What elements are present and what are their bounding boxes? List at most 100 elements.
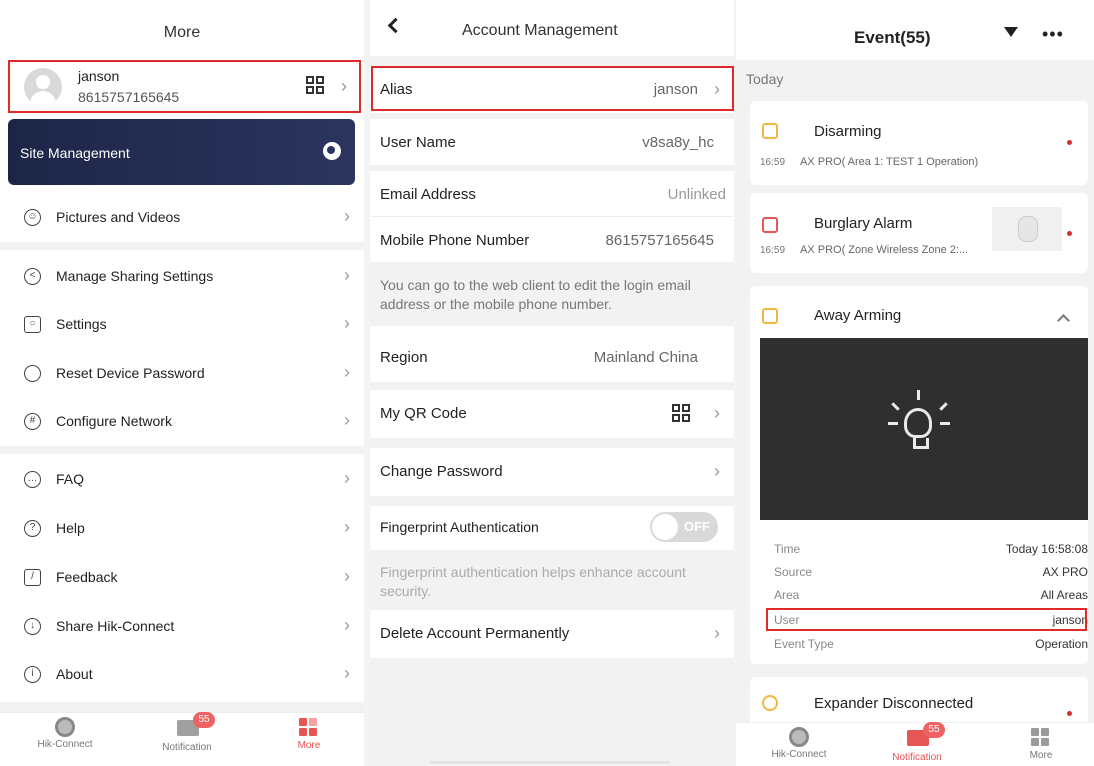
site-management-card[interactable]: Site Management — [8, 119, 355, 185]
tab-label: Hik-Connect — [771, 749, 827, 760]
change-password-label: Change Password — [380, 463, 503, 480]
toggle-state: OFF — [684, 519, 710, 534]
section-divider — [0, 702, 364, 712]
event-time: 16:59 — [760, 245, 786, 256]
menu-label: Pictures and Videos — [56, 209, 181, 225]
detail-key: Source — [774, 565, 813, 579]
tab-label: Notification — [892, 752, 942, 763]
tab-hik-connect[interactable]: Hik-Connect — [754, 727, 844, 760]
region-row[interactable]: Region Mainland China — [370, 334, 734, 382]
qr-code-icon[interactable] — [306, 76, 324, 94]
event-card[interactable]: Expander Disconnected — [750, 677, 1088, 727]
page-title: Event(55) — [854, 28, 931, 47]
event-card[interactable]: Disarming 16:59 AX PRO( Area 1: TEST 1 O… — [750, 101, 1088, 185]
tab-label: More — [1029, 750, 1053, 761]
bottom-tab-bar: Hik-Connect 55 Notification More — [0, 712, 364, 766]
more-options-icon[interactable]: ••• — [1042, 24, 1064, 45]
network-icon: # — [24, 413, 41, 430]
qr-code-row[interactable]: My QR Code › — [370, 390, 734, 438]
chevron-right-icon: › — [344, 566, 350, 586]
delete-account-label: Delete Account Permanently — [380, 625, 570, 642]
share-icon: < — [24, 268, 41, 285]
filter-icon[interactable] — [1004, 27, 1018, 37]
menu-label: Help — [56, 520, 85, 536]
event-thumbnail[interactable] — [992, 207, 1062, 251]
hik-connect-icon — [789, 727, 809, 747]
tab-more[interactable]: More — [996, 727, 1086, 761]
profile-phone: 8615757165645 — [78, 89, 180, 105]
profile-name: janson — [78, 68, 120, 84]
event-time: 16:59 — [760, 157, 786, 168]
tab-label: Notification — [162, 742, 212, 753]
menu-item-network[interactable]: # Configure Network › — [0, 400, 364, 444]
fingerprint-label: Fingerprint Authentication — [380, 519, 539, 535]
tab-label: Hik-Connect — [37, 739, 93, 750]
event-title: Disarming — [814, 123, 882, 140]
alarm-icon — [762, 217, 778, 233]
highlight-box — [371, 66, 734, 111]
collapse-icon[interactable] — [1057, 314, 1070, 327]
tab-hik-connect[interactable]: Hik-Connect — [20, 717, 110, 750]
menu-label: Configure Network — [56, 413, 172, 429]
chevron-right-icon: › — [344, 265, 350, 285]
menu-item-pictures-videos[interactable]: ☺ Pictures and Videos › — [0, 196, 364, 240]
arm-icon — [762, 308, 778, 324]
section-divider — [370, 382, 734, 390]
qr-code-icon — [672, 404, 690, 422]
page-title: More — [163, 24, 201, 41]
email-row: Email Address Unlinked — [370, 171, 734, 217]
back-arrow-icon[interactable] — [387, 17, 404, 34]
fingerprint-toggle[interactable]: OFF — [650, 512, 718, 542]
settings-icon: ○ — [24, 316, 41, 333]
menu-item-reset-password[interactable]: Reset Device Password › — [0, 352, 364, 396]
about-icon: i — [24, 666, 41, 683]
menu-item-feedback[interactable]: / Feedback › — [0, 556, 364, 600]
menu-item-sharing[interactable]: < Manage Sharing Settings › — [0, 255, 364, 299]
tab-more[interactable]: More — [264, 717, 354, 751]
avatar — [24, 68, 62, 106]
chevron-right-icon: › — [344, 468, 350, 488]
section-divider — [0, 242, 364, 250]
menu-label: Manage Sharing Settings — [56, 268, 214, 284]
image-icon: ☺ — [24, 209, 41, 226]
fingerprint-note: Fingerprint authentication helps enhance… — [380, 564, 686, 599]
more-panel: More janson 8615757165645 › Site Managem… — [0, 0, 364, 766]
detail-key: Time — [774, 542, 801, 556]
fingerprint-row: Fingerprint Authentication OFF — [370, 506, 734, 550]
bottom-tab-bar: Hik-Connect 55 Notification More — [736, 722, 1094, 766]
chevron-right-icon: › — [344, 206, 350, 226]
chevron-right-icon: › — [714, 461, 720, 481]
menu-item-settings[interactable]: ○ Settings › — [0, 303, 364, 347]
site-management-label: Site Management — [20, 145, 130, 161]
event-card[interactable]: Burglary Alarm 16:59 AX PRO( Zone Wirele… — [750, 193, 1088, 273]
screenshot-root: More janson 8615757165645 › Site Managem… — [0, 0, 1094, 766]
delete-account-row[interactable]: Delete Account Permanently › — [370, 610, 734, 658]
event-video[interactable] — [760, 338, 1088, 520]
username-row: User Name v8sa8y_hc — [370, 119, 734, 165]
unread-dot — [1067, 711, 1072, 716]
chevron-right-icon: › — [714, 623, 720, 643]
event-title: Away Arming — [814, 307, 902, 324]
edit-note: You can go to the web client to edit the… — [380, 277, 691, 312]
menu-label: Settings — [56, 316, 107, 332]
profile-card[interactable]: janson 8615757165645 › — [8, 60, 361, 113]
menu-item-help[interactable]: ? Help › — [0, 507, 364, 551]
change-password-row[interactable]: Change Password › — [370, 448, 734, 496]
chevron-right-icon: › — [344, 313, 350, 333]
detail-key: Area — [774, 588, 800, 602]
menu-label: Reset Device Password — [56, 365, 205, 381]
menu-item-faq[interactable]: … FAQ › — [0, 458, 364, 502]
menu-item-share-app[interactable]: ↓ Share Hik-Connect › — [0, 605, 364, 649]
detail-key: Event Type — [774, 637, 834, 651]
tab-label: More — [297, 740, 321, 751]
detail-value: AX PRO — [1042, 565, 1088, 579]
account-panel: Account Management Alias janson › User N… — [370, 0, 734, 766]
tab-notification[interactable]: 55 Notification — [142, 712, 232, 753]
section-divider — [0, 446, 364, 454]
help-icon: ? — [24, 520, 41, 537]
tab-notification[interactable]: 55 Notification — [872, 722, 962, 763]
menu-item-about[interactable]: i About › — [0, 653, 364, 697]
mobile-value: 8615757165645 — [605, 232, 714, 249]
chevron-right-icon: › — [341, 76, 347, 96]
region-value: Mainland China — [593, 349, 698, 366]
